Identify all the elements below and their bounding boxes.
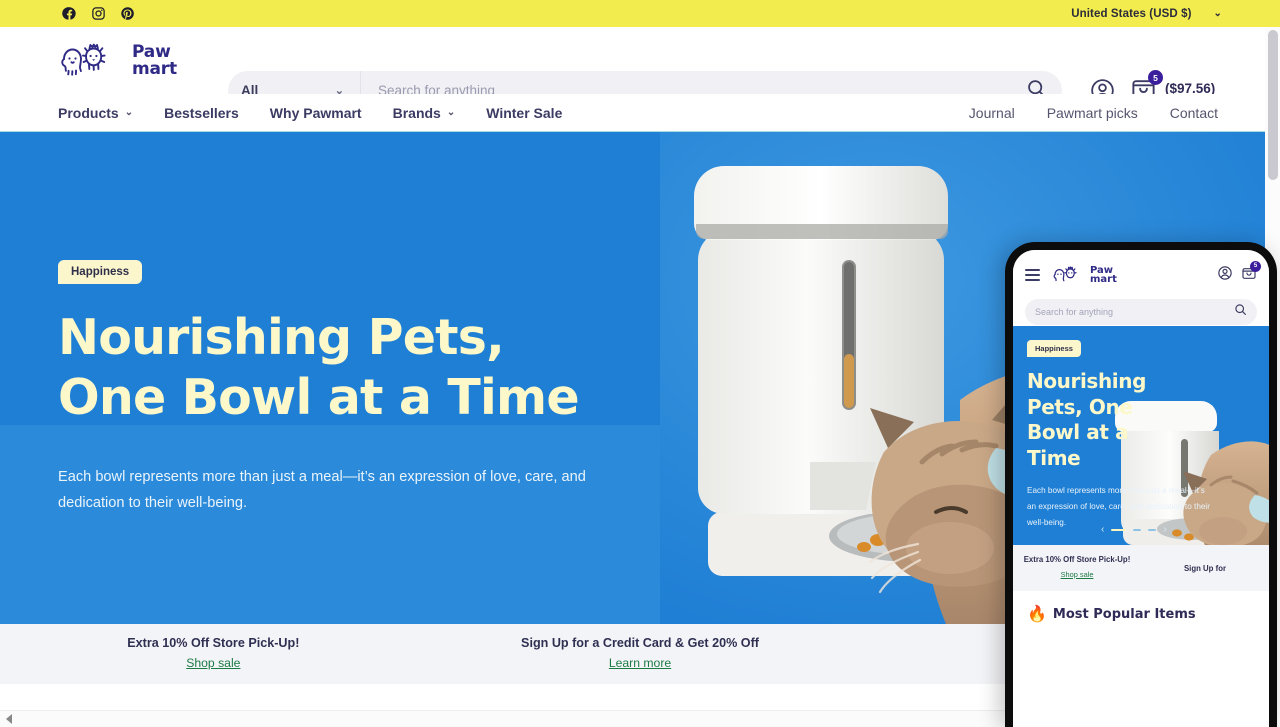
- mobile-cart-badge: 5: [1250, 260, 1261, 272]
- announcement-bar: United States (USD $) ⌄: [0, 0, 1280, 27]
- mobile-carousel-next-button[interactable]: ›: [1163, 525, 1166, 535]
- nav-label: Pawmart picks: [1046, 104, 1138, 121]
- nav-secondary: Journal Pawmart picks Contact: [969, 94, 1218, 131]
- nav-label: Winter Sale: [486, 104, 563, 121]
- mobile-promo-link-shop-sale[interactable]: Shop sale: [1061, 570, 1094, 579]
- nav-label: Bestsellers: [164, 104, 239, 121]
- promo-title: Extra 10% Off Store Pick-Up!: [127, 636, 300, 650]
- nav-label: Journal: [968, 104, 1015, 121]
- mobile-logo-line-2: mart: [1090, 274, 1117, 285]
- mobile-preview-mockup: Paw mart 5 Search for anything Happiness…: [1005, 242, 1277, 727]
- promo-item-credit-card: Sign Up for a Credit Card & Get 20% Off …: [427, 636, 854, 672]
- locale-label: United States (USD $): [1071, 7, 1192, 20]
- mobile-search-input[interactable]: [1035, 307, 1234, 317]
- chevron-down-icon: ⌄: [1213, 8, 1222, 19]
- mobile-hero-badge: Happiness: [1027, 340, 1081, 357]
- nav-label: Products: [58, 104, 119, 121]
- locale-selector[interactable]: United States (USD $) ⌄: [1071, 0, 1222, 27]
- nav-item-winter-sale[interactable]: Winter Sale: [486, 105, 562, 121]
- hamburger-icon[interactable]: [1025, 266, 1040, 284]
- mobile-hero: Happiness Nourishing Pets, One Bowl at a…: [1013, 326, 1269, 545]
- promo-link-learn-more[interactable]: Learn more: [609, 656, 671, 670]
- fire-icon: 🔥: [1027, 606, 1047, 623]
- mobile-cart-icon[interactable]: 5: [1241, 260, 1261, 286]
- scroll-left-arrow-icon[interactable]: [0, 711, 17, 727]
- pawmart-mascot-icon: [58, 43, 124, 79]
- mobile-search-bar: [1025, 299, 1257, 325]
- mobile-section-heading: 🔥 Most Popular Items: [1013, 591, 1269, 624]
- browser-page: United States (USD $) ⌄ Paw mart All ⌄ S…: [0, 0, 1280, 727]
- facebook-icon[interactable]: [62, 6, 77, 21]
- mobile-logo[interactable]: Paw mart: [1052, 265, 1117, 285]
- hero-badge: Happiness: [58, 260, 143, 284]
- promo-link-shop-sale[interactable]: Shop sale: [186, 656, 240, 670]
- promo-title: Sign Up for a Credit Card & Get 20% Off: [521, 636, 759, 650]
- hero-description: Each bowl represents more than just a me…: [58, 468, 586, 512]
- hero-copy: Happiness Nourishing Pets, One Bowl at a…: [58, 260, 678, 517]
- main-navigation: Products ⌄ Bestsellers Why Pawmart Brand…: [0, 94, 1280, 132]
- logo-wordmark: Paw mart: [132, 44, 177, 79]
- logo[interactable]: Paw mart: [58, 43, 177, 79]
- mobile-promo-item-pickup: Extra 10% Off Store Pick-Up! Shop sale: [1013, 555, 1141, 582]
- cart-badge: 5: [1148, 70, 1163, 85]
- nav-label: Contact: [1169, 104, 1218, 121]
- instagram-icon[interactable]: [91, 6, 106, 21]
- nav-item-brands[interactable]: Brands ⌄: [393, 105, 456, 121]
- chevron-down-icon: ⌄: [446, 107, 456, 118]
- mobile-screen: Paw mart 5 Search for anything Happiness…: [1013, 250, 1269, 727]
- logo-line-2: mart: [132, 58, 177, 79]
- mobile-section-title: Most Popular Items: [1052, 606, 1196, 622]
- mobile-user-icon[interactable]: [1217, 265, 1233, 286]
- nav-item-bestsellers[interactable]: Bestsellers: [164, 105, 239, 121]
- nav-item-journal[interactable]: Journal: [969, 105, 1015, 121]
- pinterest-icon[interactable]: [120, 6, 135, 21]
- mobile-carousel-dot-3[interactable]: [1148, 528, 1157, 532]
- nav-item-contact[interactable]: Contact: [1170, 105, 1218, 121]
- mobile-search-icon[interactable]: [1234, 303, 1247, 321]
- nav-label: Why Pawmart: [269, 104, 362, 121]
- mobile-carousel-controls: ‹ ›: [1101, 525, 1167, 535]
- mobile-promo-title: Extra 10% Off Store Pick-Up!: [1023, 554, 1131, 564]
- hero-heading: Nourishing Pets, One Bowl at a Time: [58, 309, 580, 426]
- social-links: [62, 6, 135, 21]
- nav-primary: Products ⌄ Bestsellers Why Pawmart Brand…: [58, 94, 562, 131]
- site-header: Paw mart All ⌄ Search for anything 5 ($9…: [0, 27, 1280, 110]
- nav-item-products[interactable]: Products ⌄: [58, 105, 133, 121]
- mobile-header: Paw mart 5 Search for anything: [1013, 250, 1269, 326]
- mobile-logo-wordmark: Paw mart: [1090, 265, 1117, 285]
- mobile-promo-bar: Extra 10% Off Store Pick-Up! Shop sale S…: [1013, 545, 1269, 591]
- nav-label: Brands: [392, 104, 441, 121]
- promo-item-pickup: Extra 10% Off Store Pick-Up! Shop sale: [0, 636, 427, 672]
- mobile-hero-heading: Nourishing Pets, One Bowl at a Time: [1027, 369, 1146, 470]
- mobile-carousel-dot-2[interactable]: [1133, 528, 1142, 532]
- mobile-carousel-dot-1[interactable]: [1111, 528, 1127, 532]
- mobile-promo-title: Sign Up for: [1183, 563, 1226, 573]
- mobile-hero-copy: Happiness Nourishing Pets, One Bowl at a…: [1013, 326, 1269, 531]
- nav-item-pawmart-picks[interactable]: Pawmart picks: [1047, 105, 1138, 121]
- chevron-down-icon: ⌄: [124, 107, 134, 118]
- nav-item-why-pawmart[interactable]: Why Pawmart: [270, 105, 362, 121]
- mobile-carousel-prev-button[interactable]: ‹: [1101, 525, 1104, 535]
- vertical-scrollbar-thumb[interactable]: [1268, 30, 1278, 180]
- mobile-promo-item-credit-card: Sign Up for: [1141, 564, 1269, 573]
